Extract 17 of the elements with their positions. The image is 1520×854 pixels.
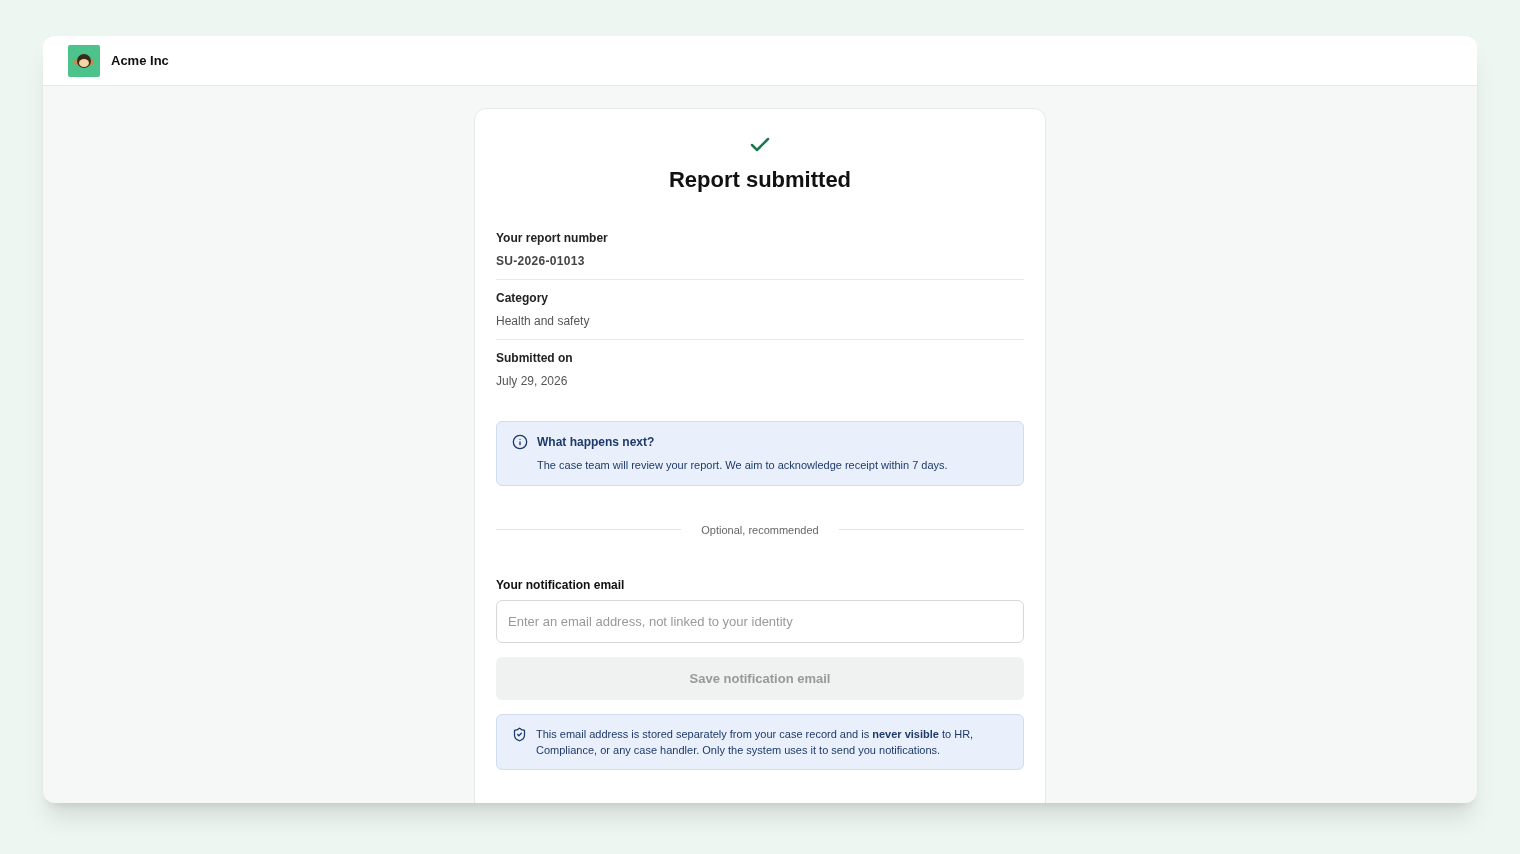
shield-icon (512, 727, 527, 742)
page-title: Report submitted (668, 166, 852, 194)
notice-text: The case team will review your report. We aim to acknowledge receipt within 7 days. (537, 458, 948, 473)
detail-label: Submitted on (496, 350, 574, 367)
detail-value: SU-2026-01013 (496, 253, 586, 270)
detail-label: Your report number (496, 230, 609, 247)
email-field[interactable]: Enter an email address, not linked to your identity (496, 600, 1024, 643)
divider-label: Optional, recommended (701, 522, 819, 538)
detail-label: Category (496, 290, 549, 307)
privacy-text: This email address is stored separately from your case record and is never visible to HR, Compliance, or any case handler. Only the system uses it to send you notifications. (536, 727, 975, 758)
monkey-logo-icon (68, 44, 100, 77)
detail-value: July 29, 2026 (496, 373, 569, 390)
detail-value: Health and safety (496, 313, 591, 330)
org-name: Acme Inc (111, 51, 169, 70)
info-icon (512, 434, 528, 450)
field-label: Your notification email (496, 577, 626, 594)
notice-title: What happens next? (537, 434, 656, 451)
